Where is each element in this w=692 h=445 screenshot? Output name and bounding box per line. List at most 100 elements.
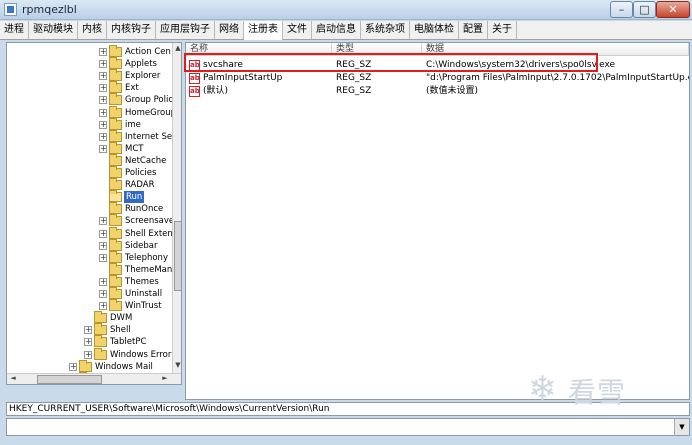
folder-icon [109,214,122,227]
tab-network[interactable]: 网络 [215,21,244,39]
folder-icon [109,287,122,299]
folder-icon [109,226,122,239]
tab-kernel-hooks[interactable]: 内核钩子 [107,21,156,39]
expand-icon[interactable]: + [99,277,107,286]
tab-system-misc[interactable]: 系统杂项 [361,21,410,39]
tree-node-label: Internet Se [125,131,173,142]
tree-node-label: Windows Error [110,349,172,360]
expand-icon[interactable]: + [99,108,107,117]
folder-icon [109,81,122,94]
expand-icon[interactable]: + [99,241,107,250]
tree-node-label: Explorer [125,71,161,82]
tree-node-label: ThemeMan [125,264,173,275]
title-bar: rpmqezlbl – □ ✕ [0,0,692,20]
folder-icon [109,178,122,191]
tree-node-label: RADAR [125,180,155,191]
expand-icon[interactable]: + [99,72,107,81]
tree-horizontal-scrollbar[interactable]: ◄ ► [7,373,181,384]
folder-icon [109,274,122,287]
folder-icon [109,262,122,275]
expand-icon[interactable]: + [99,84,107,93]
folder-icon [109,250,122,263]
tab-bar: 进程 驱动模块 内核 内核钩子 应用层钩子 网络 注册表 文件 启动信息 系统杂项 电脑体检 配置 关于 [0,21,692,40]
folder-icon [109,190,122,203]
tree-node-label: Ext [125,83,139,94]
tree-node-label: NetCache [125,155,167,166]
folder-icon [109,69,122,82]
tree-vertical-scrollbar[interactable]: ▲ ▼ [172,43,181,373]
dropdown-arrow-icon[interactable]: ▼ [674,419,689,435]
window-title: rpmqezlbl [22,3,77,16]
tree-node-label: MCT [125,143,144,154]
string-value-icon: ab [189,86,200,97]
expand-icon[interactable]: + [69,362,77,371]
registry-value-list[interactable]: 名称 类型 数据 ab svcshare REG_SZ C:\Windows\syst… [185,42,690,400]
tab-driver-modules[interactable]: 驱动模块 [29,21,78,39]
tree-node-label: Policies [125,168,157,178]
folder-icon [109,129,122,142]
tree-node-label: TabletPC [110,337,147,348]
expand-icon[interactable]: + [84,338,92,347]
scroll-down-icon[interactable]: ▼ [174,361,181,371]
tab-startup[interactable]: 启动信息 [312,21,361,39]
tree-vertical-thumb[interactable] [174,221,181,291]
tab-checkup[interactable]: 电脑体检 [410,21,459,39]
tree-node-label: Action Cen [125,47,171,57]
expand-icon[interactable]: + [99,144,107,153]
folder-icon [109,105,122,118]
maximize-icon: □ [639,3,650,16]
app-icon [4,3,17,16]
expand-icon[interactable]: + [99,253,107,262]
folder-icon [94,311,107,324]
folder-icon [94,323,107,336]
registry-tree[interactable]: + Action Cen + Applets + Explorer + Ext + Group P… [6,42,182,385]
scroll-up-icon[interactable]: ▲ [174,44,181,54]
tab-files[interactable]: 文件 [283,21,312,39]
watermark: ❄ 看雪 [528,365,638,415]
folder-icon [109,166,122,178]
folder-icon [79,359,92,372]
tree-node-label: Group Polic [125,95,173,106]
tab-about[interactable]: 关于 [488,21,517,39]
scroll-right-icon[interactable]: ► [161,374,169,384]
tab-process[interactable]: 进程 [0,21,29,39]
scroll-left-icon[interactable]: ◄ [9,374,17,384]
close-icon: ✕ [668,3,678,16]
list-row[interactable]: ab PalmInputStartUp REG_SZ "d:\Program File… [186,72,689,85]
bottom-input[interactable]: ▼ [6,418,690,436]
cell-name: PalmInputStartUp [203,73,283,83]
expand-icon[interactable]: + [99,48,107,56]
folder-icon [109,141,122,154]
tab-app-hooks[interactable]: 应用层钩子 [156,21,215,39]
folder-icon [109,202,122,215]
tab-config[interactable]: 配置 [459,21,488,39]
tab-kernel[interactable]: 内核 [78,21,107,39]
minimize-icon: – [618,3,625,16]
watermark-text: 看雪 [568,376,627,409]
folder-icon [94,347,107,360]
folder-icon [94,335,107,348]
expand-icon[interactable]: + [99,60,107,69]
expand-icon[interactable]: + [84,350,92,359]
expand-icon[interactable]: + [99,302,107,311]
minimize-button[interactable]: – [610,1,633,18]
tab-registry[interactable]: 注册表 [244,21,283,40]
expand-icon[interactable]: + [99,132,107,141]
close-button[interactable]: ✕ [656,1,690,18]
expand-icon[interactable]: + [99,229,107,238]
expand-icon[interactable]: + [99,120,107,129]
expand-icon[interactable]: + [99,217,107,226]
tree-horizontal-thumb[interactable] [37,375,102,384]
cell-data: (数值未设置) [426,86,479,96]
highlight-annotation [184,53,598,72]
tree-node-label: Sidebar [125,240,158,251]
expand-icon[interactable]: + [99,290,107,298]
folder-icon [109,57,122,70]
expand-icon[interactable]: + [84,326,92,335]
expand-icon[interactable]: + [99,96,107,105]
maximize-button[interactable]: □ [633,1,656,18]
folder-icon [109,153,122,166]
list-row[interactable]: ab (默认) REG_SZ (数值未设置) [186,85,689,98]
tree-node-label: Shell [110,325,131,336]
cell-name: (默认) [203,86,229,96]
